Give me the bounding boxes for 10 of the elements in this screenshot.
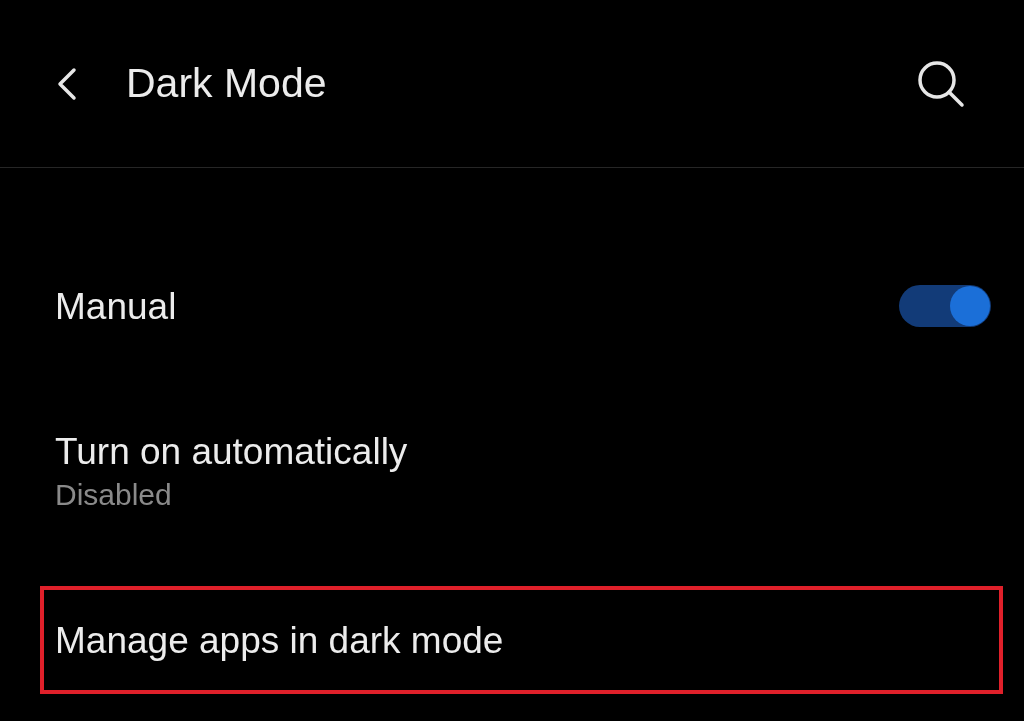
row-subtitle: Disabled [55, 479, 173, 510]
settings-row[interactable]: Manual [40, 236, 1003, 376]
toggle-switch[interactable] [899, 285, 991, 327]
row-title: Turn on automatically [55, 432, 408, 470]
highlighted-settings-row[interactable]: Manage apps in dark mode [40, 586, 1003, 694]
search-icon[interactable] [916, 58, 966, 109]
row-title: Manage apps in dark mode [55, 621, 504, 659]
page-title: Dark Mode [126, 58, 327, 108]
row-title: Manual [55, 287, 177, 325]
settings-row[interactable]: Turn on automatically Disabled [40, 376, 1003, 586]
